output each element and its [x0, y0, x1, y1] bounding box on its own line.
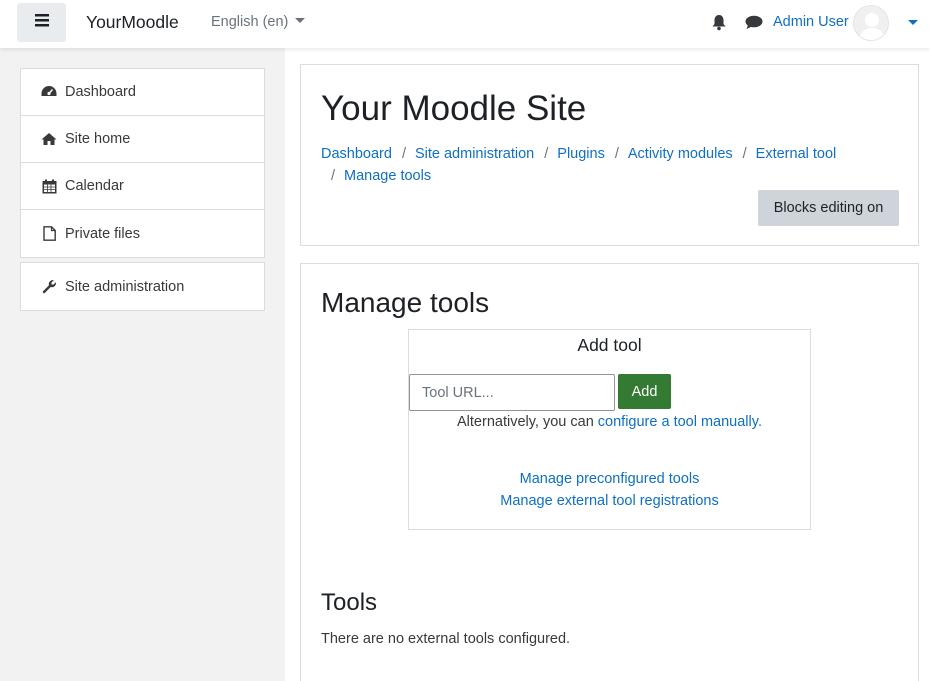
dashboard-icon	[41, 84, 57, 100]
sidebar-item-calendar[interactable]: Calendar	[21, 163, 264, 210]
breadcrumb: Dashboard / Site administration / Plugins / Ac…	[321, 143, 891, 187]
section-title: Manage tools	[321, 287, 490, 318]
comment-icon[interactable]	[745, 15, 763, 34]
sidebar-item-site-home[interactable]: Site home	[21, 116, 264, 163]
sidebar-item-label: Dashboard	[65, 84, 136, 100]
preconfigured-row: Manage preconfigured tools	[409, 471, 810, 487]
chevron-down-icon[interactable]	[908, 20, 918, 25]
breadcrumb-item[interactable]: Activity modules	[628, 146, 733, 162]
breadcrumb-separator: /	[401, 146, 406, 162]
sidebar-item-dashboard[interactable]: Dashboard	[21, 69, 264, 116]
page-header: Your Moodle Site Dashboard / Site administ…	[300, 64, 919, 246]
drawer-toggle-button[interactable]	[17, 3, 66, 42]
nav-drawer: Dashboard Site home Calendar Private fil…	[0, 48, 285, 681]
breadcrumb-item[interactable]: Site administration	[415, 146, 534, 162]
nav-group-admin: Site administration	[20, 262, 265, 311]
alternative-text: Alternatively, you can configure a tool …	[409, 414, 810, 430]
calendar-icon	[41, 178, 57, 194]
navbar: YourMoodle English (en) Admin User	[0, 0, 930, 48]
sidebar-item-private-files[interactable]: Private files	[21, 210, 264, 257]
configure-manually-link[interactable]: configure a tool manually	[598, 414, 758, 430]
language-menu[interactable]: English (en)	[211, 14, 305, 30]
breadcrumb-item[interactable]: External tool	[756, 146, 837, 162]
sidebar-item-label: Calendar	[65, 178, 124, 194]
tools-empty-message: There are no external tools configured.	[321, 631, 571, 647]
site-brand[interactable]: YourMoodle	[86, 12, 179, 33]
manage-preconfigured-tools-link[interactable]: Manage preconfigured tools	[520, 471, 700, 487]
breadcrumb-separator: /	[544, 146, 549, 162]
breadcrumb-item[interactable]: Manage tools	[344, 168, 431, 184]
add-button[interactable]: Add	[618, 374, 671, 409]
avatar[interactable]	[853, 5, 889, 41]
page-title: Your Moodle Site	[321, 89, 587, 128]
sidebar-item-label: Site home	[65, 131, 131, 147]
manage-registrations-link[interactable]: Manage external tool registrations	[500, 493, 718, 509]
sidebar-item-label: Site administration	[65, 278, 185, 295]
breadcrumb-separator: /	[742, 146, 747, 162]
add-tool-title: Add tool	[577, 335, 642, 355]
breadcrumb-separator: /	[614, 146, 619, 162]
home-icon	[41, 131, 57, 147]
file-icon	[41, 226, 57, 242]
user-name[interactable]: Admin User	[773, 14, 849, 30]
alternative-prefix: Alternatively, you can	[457, 414, 598, 430]
main-content: Manage tools Add tool Add Alternatively,…	[300, 263, 919, 681]
bell-icon[interactable]	[711, 14, 727, 35]
sidebar-item-site-administration[interactable]: Site administration	[21, 263, 264, 310]
registrations-row: Manage external tool registrations	[409, 493, 810, 509]
breadcrumb-separator: /	[331, 168, 336, 184]
wrench-icon	[41, 279, 57, 295]
sidebar-item-label: Private files	[65, 225, 140, 242]
alternative-suffix: .	[757, 414, 762, 430]
tools-title: Tools	[321, 589, 378, 616]
add-tool-panel: Add tool Add Alternatively, you can conf…	[408, 329, 811, 530]
blocks-editing-button[interactable]: Blocks editing on	[758, 190, 899, 226]
bars-icon	[34, 14, 49, 31]
tool-url-input[interactable]	[409, 374, 615, 411]
breadcrumb-item[interactable]: Dashboard	[321, 146, 392, 162]
nav-group-main: Dashboard Site home Calendar Private fil…	[20, 68, 265, 258]
breadcrumb-item[interactable]: Plugins	[557, 146, 605, 162]
